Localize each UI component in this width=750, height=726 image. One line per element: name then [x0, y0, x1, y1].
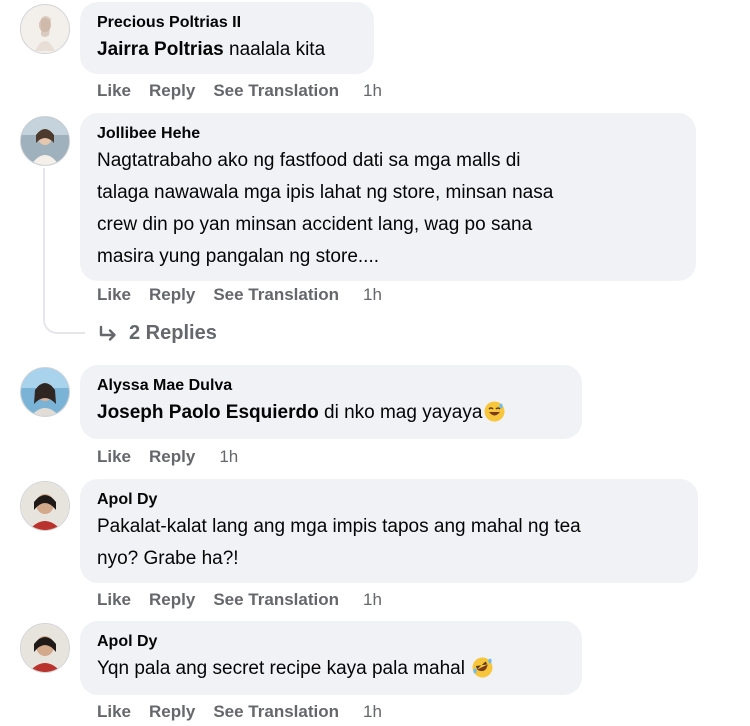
comment-text-line: Pakalat-kalat lang ang mga impis tapos a… — [97, 516, 581, 537]
like-button[interactable]: Like — [97, 285, 131, 305]
view-replies-button[interactable]: 2 Replies — [97, 322, 217, 345]
comment-text-line: masira yung pangalan ng store.... — [97, 246, 380, 267]
grinning-sweat-emoji — [484, 401, 505, 433]
comment-author[interactable]: Jollibee Hehe — [97, 123, 680, 145]
like-button[interactable]: Like — [97, 81, 131, 101]
comment-bubble: Apol Dy Yqn pala ang secret recipe kaya … — [80, 621, 582, 695]
see-translation-button[interactable]: See Translation — [213, 285, 339, 305]
see-translation-button[interactable]: See Translation — [213, 702, 339, 722]
like-button[interactable]: Like — [97, 590, 131, 610]
replies-label: 2 Replies — [129, 322, 217, 344]
comment-actions: Like Reply See Translation 1h — [97, 590, 382, 610]
reply-button[interactable]: Reply — [149, 702, 195, 722]
avatar[interactable] — [20, 4, 70, 54]
comment-text-line: crew din po yan minsan accident lang, wa… — [97, 214, 533, 235]
thread-connector — [43, 318, 85, 334]
comment-author[interactable]: Precious Poltrias II — [97, 12, 358, 34]
reply-button[interactable]: Reply — [149, 447, 195, 467]
comment-text: Jairra Poltrias naalala kita — [97, 34, 358, 66]
mention[interactable]: Joseph Paolo Esquierdo — [97, 402, 319, 423]
reply-button[interactable]: Reply — [149, 81, 195, 101]
comment-body: Yqn pala ang secret recipe kaya pala mah… — [97, 658, 471, 679]
comment-author[interactable]: Apol Dy — [97, 631, 566, 653]
comment-actions: Like Reply See Translation 1h — [97, 285, 382, 305]
comment-bubble: Alyssa Mae Dulva Joseph Paolo Esquierdo … — [80, 365, 582, 439]
comment-bubble: Precious Poltrias II Jairra Poltrias naa… — [80, 2, 374, 74]
comment-timestamp[interactable]: 1h — [363, 81, 382, 101]
comment-text-line: Nagtatrabaho ako ng fastfood dati sa mga… — [97, 150, 521, 171]
comment-bubble: Jollibee Hehe Nagtatrabaho ako ng fastfo… — [80, 113, 696, 281]
comment-body: di nko mag yayaya — [318, 402, 483, 423]
reply-arrow-icon — [99, 325, 116, 341]
comment-text: Joseph Paolo Esquierdo di nko mag yayaya — [97, 397, 566, 433]
avatar[interactable] — [20, 116, 70, 166]
comment-timestamp[interactable]: 1h — [219, 447, 238, 467]
comment-text: Yqn pala ang secret recipe kaya pala mah… — [97, 653, 566, 689]
comment-timestamp[interactable]: 1h — [363, 702, 382, 722]
see-translation-button[interactable]: See Translation — [213, 81, 339, 101]
avatar[interactable] — [20, 367, 70, 417]
comment-timestamp[interactable]: 1h — [363, 590, 382, 610]
comment-timestamp[interactable]: 1h — [363, 285, 382, 305]
like-button[interactable]: Like — [97, 447, 131, 467]
see-translation-button[interactable]: See Translation — [213, 590, 339, 610]
reply-button[interactable]: Reply — [149, 285, 195, 305]
comment-actions: Like Reply 1h — [97, 447, 238, 467]
comment-body: naalala kita — [223, 39, 326, 60]
thread-line — [43, 168, 45, 318]
reply-button[interactable]: Reply — [149, 590, 195, 610]
comment-author[interactable]: Apol Dy — [97, 489, 682, 511]
comment-text-line: nyo? Grabe ha?! — [97, 548, 239, 569]
comment-text-line: talaga nawawala mga ipis lahat ng store,… — [97, 182, 554, 203]
avatar[interactable] — [20, 623, 70, 673]
avatar[interactable] — [20, 481, 70, 531]
comment-author[interactable]: Alyssa Mae Dulva — [97, 375, 566, 397]
mention[interactable]: Jairra Poltrias — [97, 39, 224, 60]
like-button[interactable]: Like — [97, 702, 131, 722]
comment-actions: Like Reply See Translation 1h — [97, 702, 382, 722]
comment-bubble: Apol Dy Pakalat-kalat lang ang mga impis… — [80, 479, 698, 583]
rofl-emoji — [472, 657, 493, 689]
comment-actions: Like Reply See Translation 1h — [97, 81, 382, 101]
